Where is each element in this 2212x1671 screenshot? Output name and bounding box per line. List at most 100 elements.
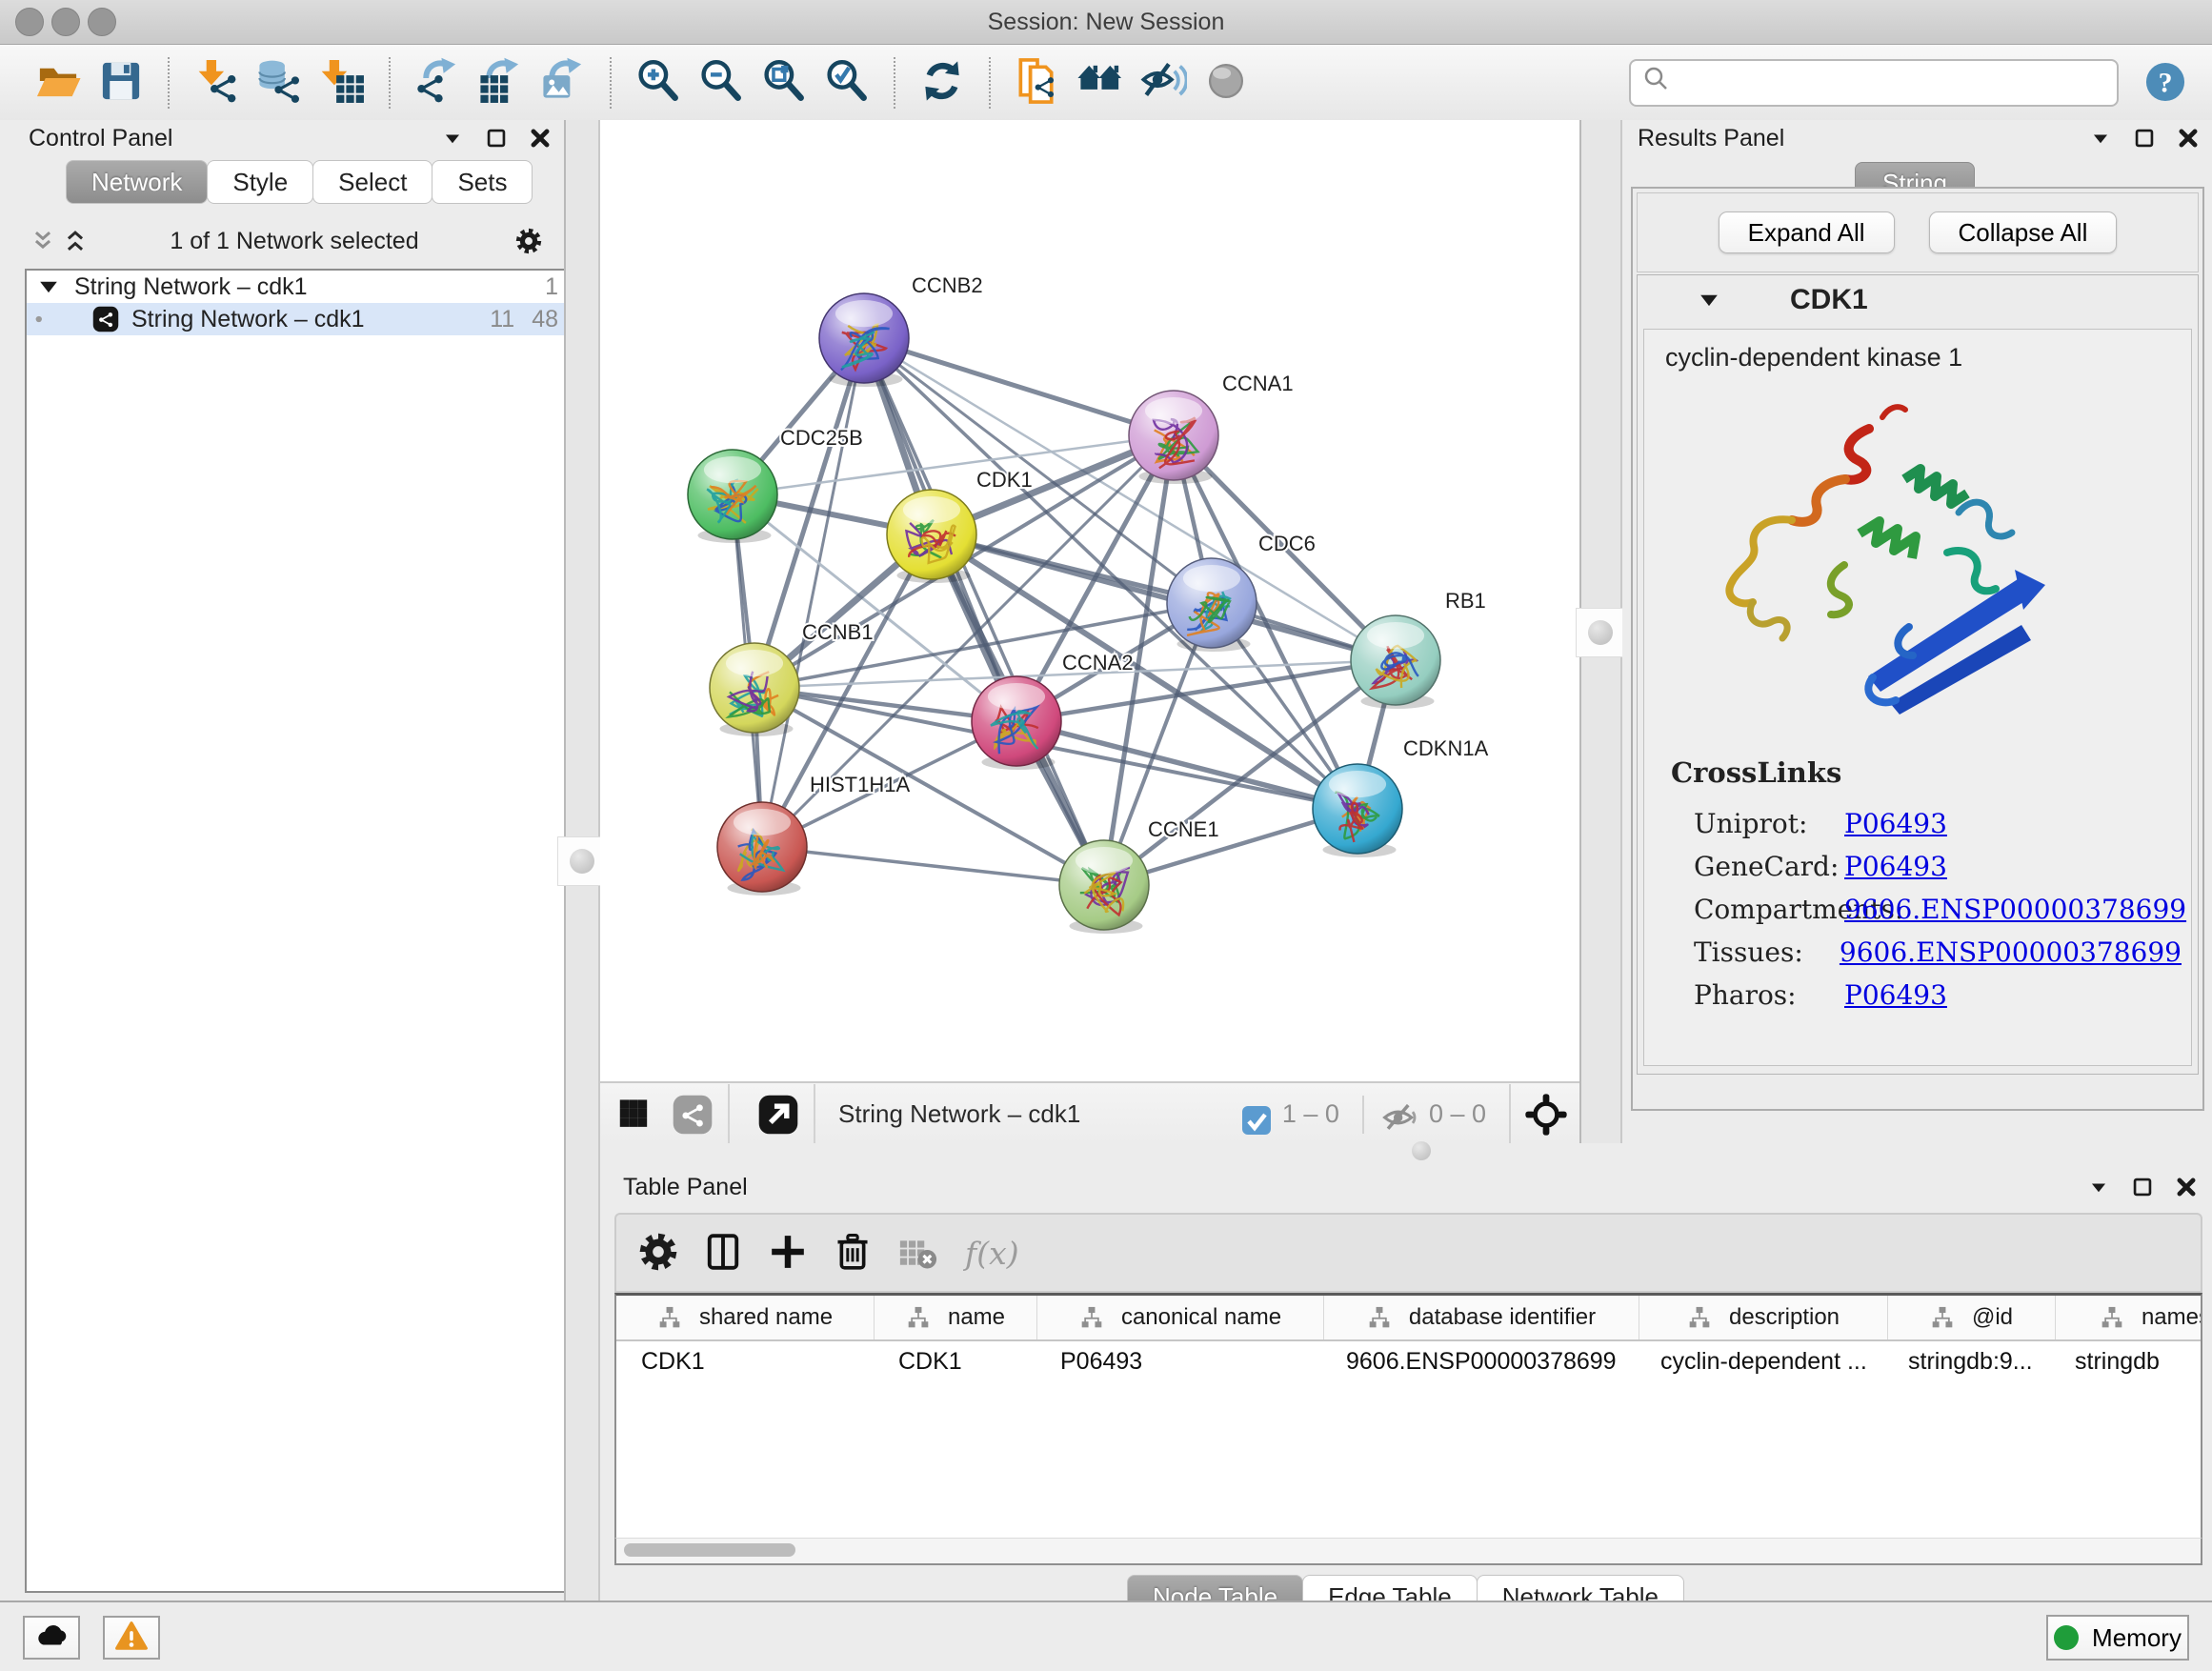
node-CDKN1A[interactable]: [1313, 764, 1402, 857]
zoom-out-button[interactable]: [694, 56, 748, 110]
table-cell[interactable]: CDK1: [874, 1348, 1036, 1376]
table-cell[interactable]: stringdb:9...: [1883, 1348, 2050, 1376]
network-badge-icon[interactable]: [671, 1093, 714, 1137]
column-header-id[interactable]: @id: [1888, 1296, 2056, 1339]
right-panel-splitter[interactable]: [1579, 120, 1622, 1143]
table-cell[interactable]: P06493: [1036, 1348, 1321, 1376]
import-database-button[interactable]: [252, 56, 306, 110]
save-session-icon: [97, 57, 145, 108]
add-column-icon[interactable]: [767, 1231, 811, 1275]
node-HIST1H1A[interactable]: [717, 802, 807, 896]
toolbar-separator: [389, 57, 391, 109]
network-row[interactable]: String Network – cdk1 11 48: [27, 303, 566, 335]
table-panel-splitter[interactable]: [600, 1143, 2212, 1167]
search-input[interactable]: [1673, 63, 2107, 103]
node-CDK1[interactable]: [887, 490, 976, 583]
node-RB1[interactable]: [1351, 615, 1440, 709]
warnings-button[interactable]: [103, 1616, 160, 1660]
import-network-button[interactable]: [190, 56, 243, 110]
import-table-icon: [318, 57, 366, 108]
tab-select[interactable]: Select: [312, 160, 432, 204]
export-network-button[interactable]: [411, 56, 464, 110]
collapse-all-icon[interactable]: [29, 227, 57, 255]
cloud-status-button[interactable]: [23, 1616, 80, 1660]
crosslinks-title: CrossLinks: [1671, 756, 1841, 789]
tab-style[interactable]: Style: [207, 160, 313, 204]
collection-expander-icon[interactable]: [34, 272, 63, 301]
column-header-namespace[interactable]: namespace: [2056, 1296, 2202, 1339]
home-button[interactable]: [1074, 56, 1127, 110]
node-CCNE1[interactable]: [1059, 840, 1149, 934]
expand-all-icon[interactable]: [61, 227, 90, 255]
refresh-view-button[interactable]: [915, 56, 969, 110]
zoom-fit-button[interactable]: [757, 56, 811, 110]
column-header-name[interactable]: name: [875, 1296, 1037, 1339]
right-splitter-handle[interactable]: [1576, 608, 1625, 657]
hidden-nodes-icon[interactable]: [1381, 1096, 1419, 1134]
column-header-databaseidentifier[interactable]: database identifier: [1324, 1296, 1639, 1339]
table-panel-title: Table Panel: [623, 1174, 748, 1201]
table-horizontal-scrollbar[interactable]: [614, 1538, 2202, 1565]
column-header-canonicalname[interactable]: canonical name: [1037, 1296, 1324, 1339]
crosslink-link[interactable]: P06493: [1844, 979, 1947, 1011]
panel-collapse-icon[interactable]: [2084, 1173, 2113, 1201]
memory-button[interactable]: Memory: [2046, 1615, 2189, 1661]
table-cell[interactable]: stringdb: [2050, 1348, 2202, 1376]
panel-float-icon[interactable]: [482, 124, 511, 152]
column-header-description[interactable]: description: [1639, 1296, 1888, 1339]
birds-eye-view-icon[interactable]: [756, 1093, 800, 1137]
crosslink-link[interactable]: P06493: [1844, 851, 1947, 882]
toolbar-separator: [894, 57, 895, 109]
selected-nodes-checkbox[interactable]: [1240, 1098, 1273, 1131]
network-canvas[interactable]: CCNB2CCNA1CDC25BCDK1CDC6RB1CCNB1CCNA2CDK…: [600, 120, 1579, 1081]
node-table[interactable]: shared namenamecanonical namedatabase id…: [614, 1293, 2202, 1540]
crosslink-label: Pharos:: [1694, 979, 1844, 1011]
network-collection-row[interactable]: String Network – cdk1 1: [27, 271, 566, 303]
export-table-button[interactable]: [473, 56, 527, 110]
collapse-all-button[interactable]: Collapse All: [1929, 211, 2118, 253]
node-CDC25B[interactable]: [688, 450, 777, 543]
crosslink-link[interactable]: P06493: [1844, 808, 1947, 839]
panel-float-icon[interactable]: [2128, 1173, 2157, 1201]
panel-close-icon[interactable]: [2172, 1173, 2201, 1201]
zoom-selected-button[interactable]: [820, 56, 874, 110]
table-settings-icon[interactable]: [637, 1231, 681, 1275]
scrollbar-thumb[interactable]: [624, 1543, 795, 1557]
column-header-sharedname[interactable]: shared name: [616, 1296, 875, 1339]
panel-collapse-icon[interactable]: [438, 124, 467, 152]
search-box[interactable]: [1629, 59, 2119, 107]
export-image-button[interactable]: [536, 56, 590, 110]
left-panel-splitter[interactable]: [564, 120, 600, 1601]
section-expander-icon[interactable]: [1695, 286, 1723, 314]
copy-document-button[interactable]: [1011, 56, 1064, 110]
tab-sets[interactable]: Sets: [432, 160, 533, 204]
table-cell[interactable]: cyclin-dependent ...: [1636, 1348, 1883, 1376]
import-table-button[interactable]: [315, 56, 369, 110]
network-options-gear-icon[interactable]: [514, 227, 543, 255]
table-row[interactable]: CDK1CDK1P064939606.ENSP00000378699cyclin…: [616, 1341, 2201, 1381]
zoom-in-button[interactable]: [632, 56, 685, 110]
graphics-details-button[interactable]: [1136, 56, 1190, 110]
help-button[interactable]: ?: [2143, 61, 2187, 105]
fit-selected-icon[interactable]: [1524, 1093, 1568, 1137]
table-cell[interactable]: CDK1: [616, 1348, 874, 1376]
crosslink-link[interactable]: 9606.ENSP00000378699: [1844, 894, 2186, 925]
manage-columns-icon[interactable]: [702, 1231, 746, 1275]
delete-column-icon[interactable]: [832, 1231, 875, 1275]
panel-close-icon[interactable]: [2174, 124, 2202, 152]
h-splitter-handle[interactable]: [1400, 1130, 1442, 1172]
panel-float-icon[interactable]: [2130, 124, 2159, 152]
crosslink-link[interactable]: 9606.ENSP00000378699: [1840, 936, 2182, 968]
table-cell[interactable]: 9606.ENSP00000378699: [1321, 1348, 1636, 1376]
panel-close-icon[interactable]: [526, 124, 554, 152]
node-section-header[interactable]: CDK1: [1638, 275, 2198, 325]
panel-collapse-icon[interactable]: [2086, 124, 2115, 152]
tab-network[interactable]: Network: [66, 160, 208, 204]
expand-all-button[interactable]: Expand All: [1719, 211, 1895, 253]
open-session-button[interactable]: [31, 56, 85, 110]
save-session-button[interactable]: [94, 56, 148, 110]
selected-count: 1 – 0: [1282, 1099, 1339, 1129]
level-of-detail-button[interactable]: [1199, 56, 1253, 110]
import-network-icon: [192, 57, 240, 108]
grid-view-icon[interactable]: [613, 1093, 657, 1137]
